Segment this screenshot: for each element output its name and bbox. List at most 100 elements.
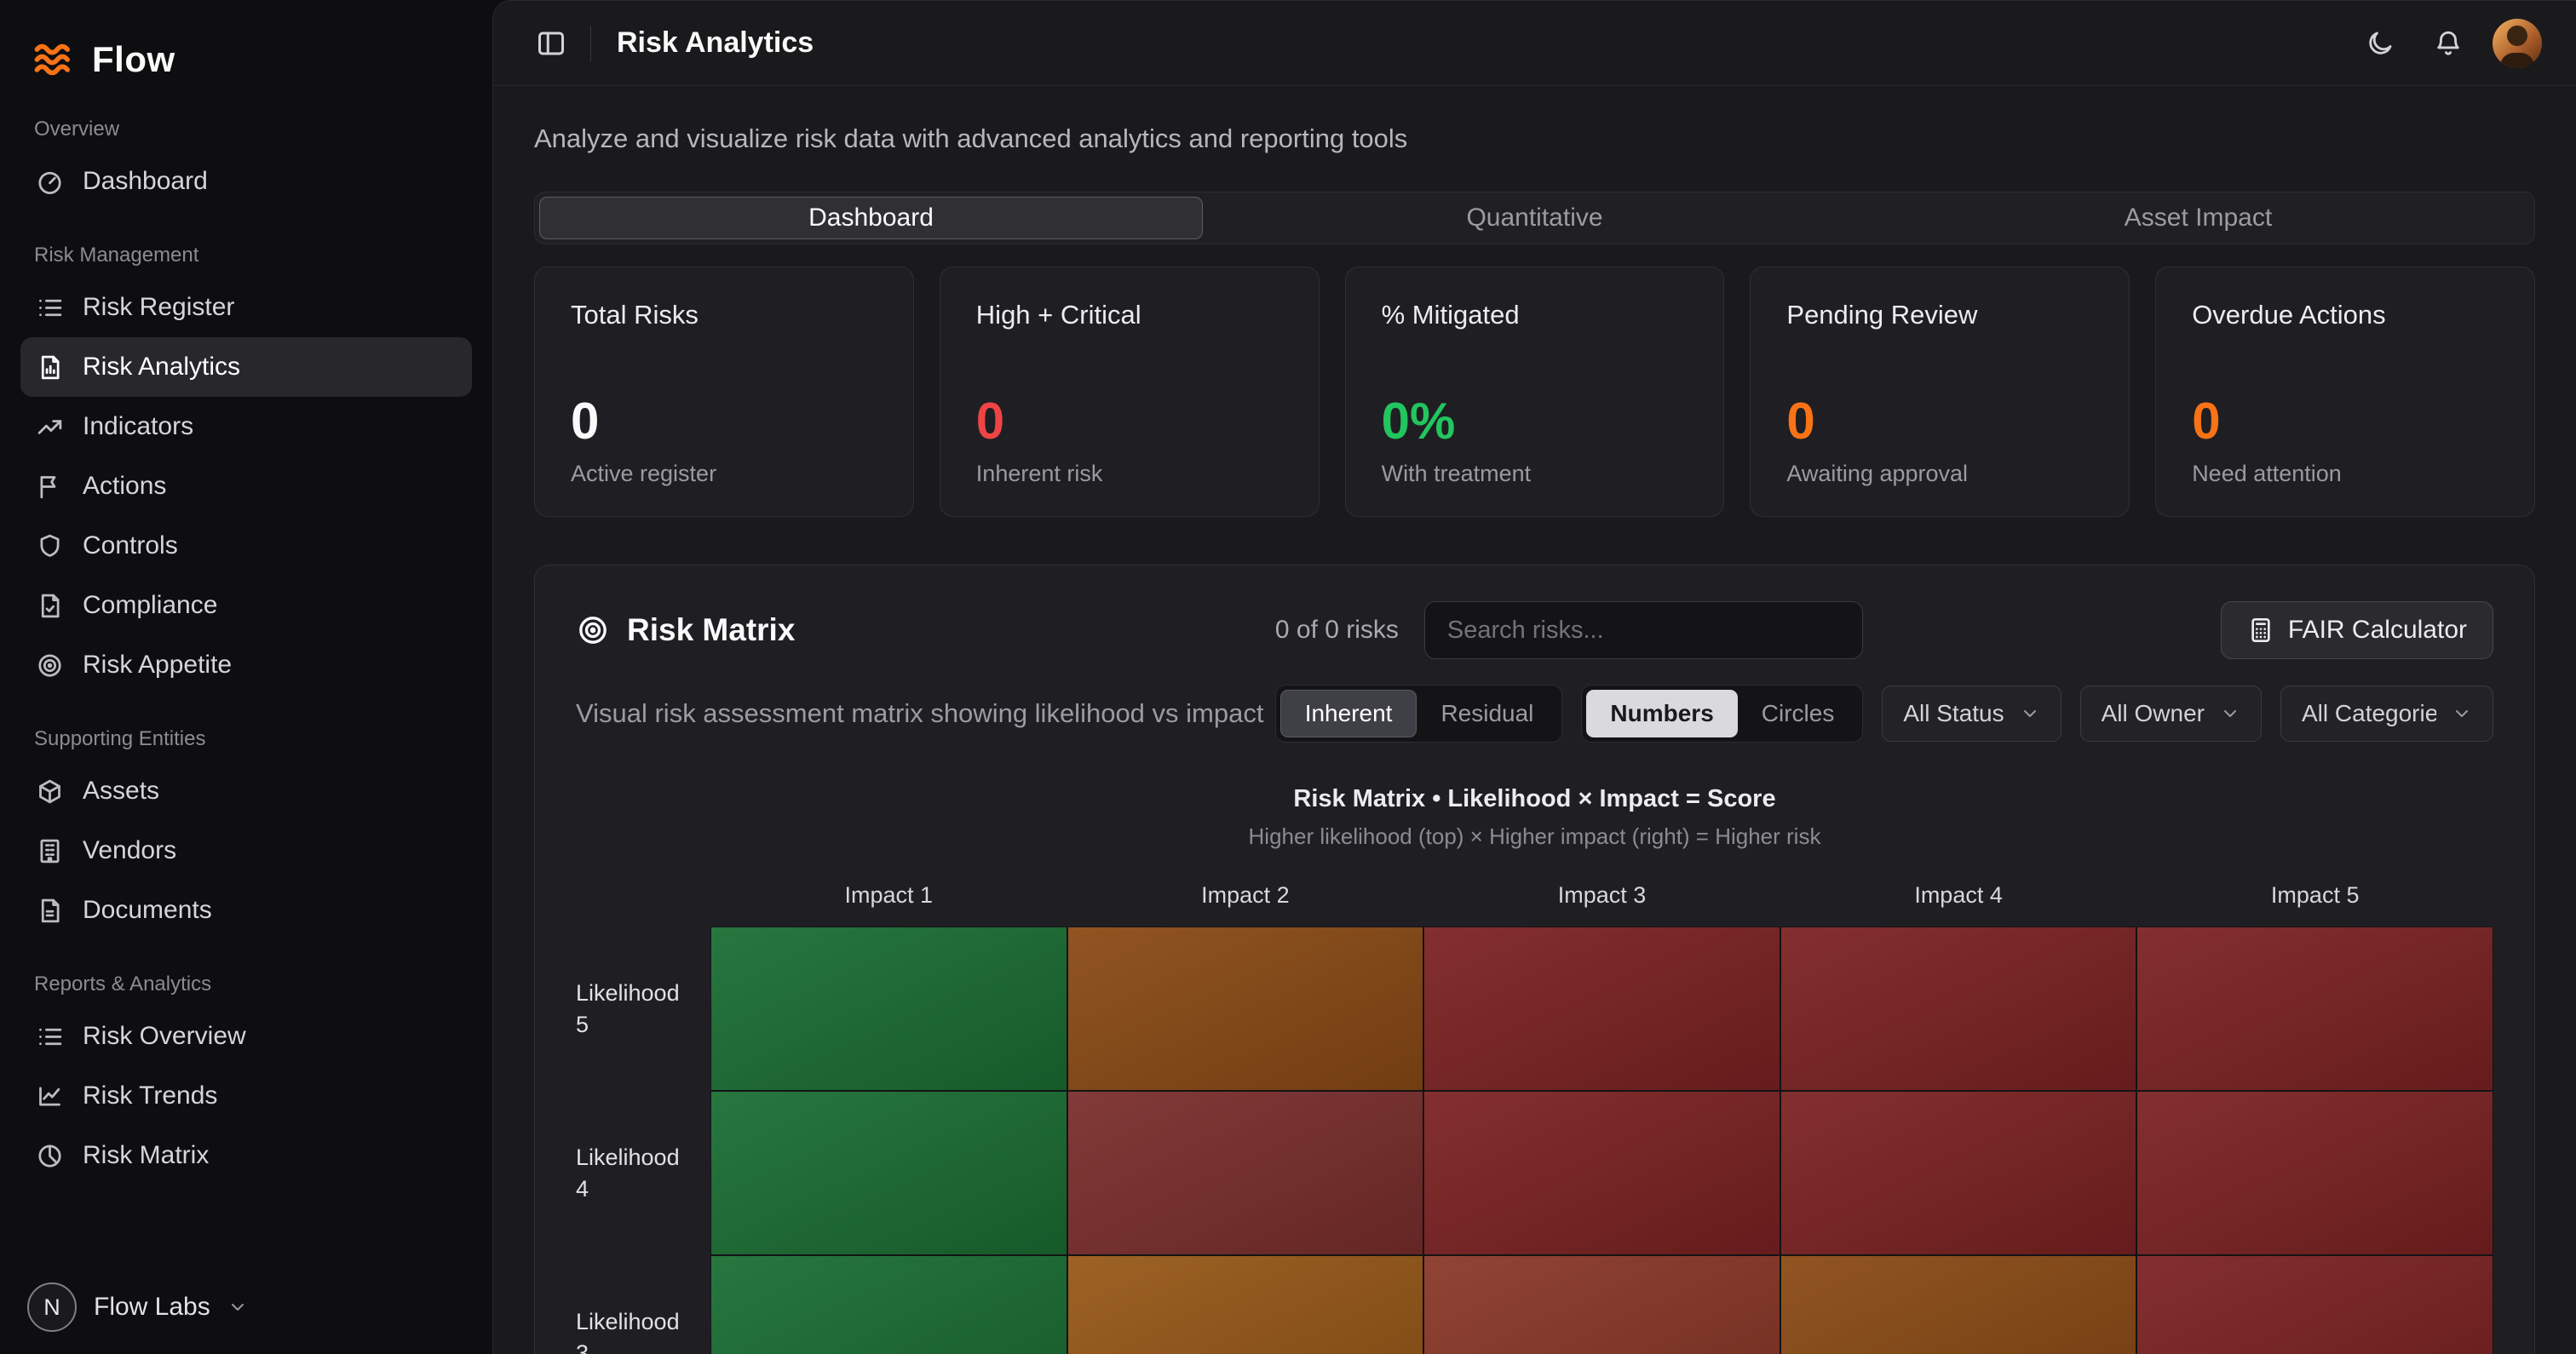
matrix-cell[interactable] xyxy=(710,927,1067,1091)
matrix-cell[interactable] xyxy=(1780,1255,2137,1354)
stat-card-overdue-actions: Overdue Actions 0 Need attention xyxy=(2155,267,2535,517)
matrix-cell[interactable] xyxy=(1067,1091,1424,1255)
list-icon xyxy=(36,294,64,322)
matrix-cell[interactable] xyxy=(2136,927,2493,1091)
list-icon xyxy=(36,1023,64,1051)
risks-count: 0 of 0 risks xyxy=(1275,616,1399,645)
notifications-button[interactable] xyxy=(2424,20,2472,67)
sidebar-nav: Overview Dashboard Risk Management Risk … xyxy=(20,104,472,1274)
sidebar-item-risk-appetite[interactable]: Risk Appetite xyxy=(20,635,472,695)
file-icon xyxy=(36,897,64,925)
app-logo: Flow xyxy=(20,29,472,104)
sidebar: Flow Overview Dashboard Risk Management … xyxy=(0,0,492,1354)
matrix-col-header: Impact 2 xyxy=(1067,882,1424,927)
matrix-cell[interactable] xyxy=(1423,1255,1780,1354)
sidebar-item-risk-overview[interactable]: Risk Overview xyxy=(20,1007,472,1066)
sidebar-item-documents[interactable]: Documents xyxy=(20,881,472,940)
toggle-circles[interactable]: Circles xyxy=(1738,690,1859,737)
page-title: Risk Analytics xyxy=(617,26,814,60)
tab-asset-impact[interactable]: Asset Impact xyxy=(1866,197,2530,239)
panel-left-icon xyxy=(536,28,566,59)
matrix-cell[interactable] xyxy=(2136,1091,2493,1255)
matrix-cell[interactable] xyxy=(1780,927,2137,1091)
stat-cards: Total Risks 0 Active register High + Cri… xyxy=(534,267,2535,517)
sidebar-item-controls[interactable]: Controls xyxy=(20,516,472,576)
box-icon xyxy=(36,777,64,806)
stat-value: 0 xyxy=(1786,396,2093,447)
toggle-inherent[interactable]: Inherent xyxy=(1280,690,1417,737)
file-chart-icon xyxy=(36,353,64,382)
theme-toggle-button[interactable] xyxy=(2356,20,2404,67)
topbar: Risk Analytics xyxy=(493,1,2576,86)
sidebar-item-risk-analytics[interactable]: Risk Analytics xyxy=(20,337,472,397)
sidebar-item-risk-register[interactable]: Risk Register xyxy=(20,278,472,337)
org-switcher[interactable]: N Flow Labs xyxy=(20,1274,472,1332)
chevron-down-icon xyxy=(2220,703,2240,724)
matrix-cell[interactable] xyxy=(1780,1091,2137,1255)
category-filter-dropdown[interactable]: All Categories xyxy=(2280,686,2493,742)
matrix-col-header: Impact 3 xyxy=(1423,882,1780,927)
shield-icon xyxy=(36,532,64,560)
trend-chart-icon xyxy=(36,1082,64,1110)
numbers-circles-toggle: Numbers Circles xyxy=(1581,685,1863,743)
inherent-residual-toggle: Inherent Residual xyxy=(1275,685,1563,743)
owner-filter-dropdown[interactable]: All Owner xyxy=(2080,686,2262,742)
toggle-numbers[interactable]: Numbers xyxy=(1586,690,1737,737)
stat-value: 0 xyxy=(976,396,1283,447)
tab-dashboard[interactable]: Dashboard xyxy=(539,197,1203,239)
sidebar-item-actions[interactable]: Actions xyxy=(20,456,472,516)
chevron-down-icon xyxy=(2020,703,2040,724)
status-filter-dropdown[interactable]: All Status xyxy=(1882,686,2061,742)
matrix-cell[interactable] xyxy=(1423,927,1780,1091)
fair-calculator-button[interactable]: FAIR Calculator xyxy=(2221,601,2493,659)
stat-card-pending-review: Pending Review 0 Awaiting approval xyxy=(1750,267,2130,517)
app-name: Flow xyxy=(92,39,175,80)
sidebar-toggle-button[interactable] xyxy=(527,20,575,67)
risk-matrix-panel: Risk Matrix 0 of 0 risks FAIR Calculator… xyxy=(534,565,2535,1354)
matrix-cell[interactable] xyxy=(710,1255,1067,1354)
matrix-cell[interactable] xyxy=(2136,1255,2493,1354)
risk-matrix-grid: Impact 1 Impact 2 Impact 3 Impact 4 Impa… xyxy=(576,882,2493,1354)
moon-icon xyxy=(2366,29,2395,58)
search-input[interactable] xyxy=(1424,601,1863,659)
target-icon xyxy=(36,651,64,680)
matrix-cell[interactable] xyxy=(1067,1255,1424,1354)
page-subtitle: Analyze and visualize risk data with adv… xyxy=(534,123,2535,154)
matrix-cell[interactable] xyxy=(1423,1091,1780,1255)
sidebar-item-vendors[interactable]: Vendors xyxy=(20,821,472,881)
gauge-icon xyxy=(36,168,64,196)
trending-up-icon xyxy=(36,413,64,441)
tab-quantitative[interactable]: Quantitative xyxy=(1203,197,1866,239)
chevron-down-icon xyxy=(2452,703,2472,724)
topbar-divider xyxy=(590,26,591,61)
sidebar-item-dashboard[interactable]: Dashboard xyxy=(20,152,472,211)
section-label-reports-analytics: Reports & Analytics xyxy=(20,964,472,1007)
file-check-icon xyxy=(36,592,64,620)
sidebar-item-risk-trends[interactable]: Risk Trends xyxy=(20,1066,472,1126)
matrix-row-label: Likelihood 5 xyxy=(576,927,710,1091)
matrix-cell[interactable] xyxy=(1067,927,1424,1091)
page-content: Analyze and visualize risk data with adv… xyxy=(493,86,2576,1354)
matrix-col-header: Impact 1 xyxy=(710,882,1067,927)
chevron-down-icon xyxy=(227,1297,248,1317)
stat-value: 0% xyxy=(1382,396,1688,447)
section-label-supporting-entities: Supporting Entities xyxy=(20,719,472,761)
user-avatar[interactable] xyxy=(2493,19,2542,68)
stat-value: 0 xyxy=(571,396,877,447)
matrix-caption: Risk Matrix • Likelihood × Impact = Scor… xyxy=(576,785,2493,850)
org-name: Flow Labs xyxy=(94,1293,210,1322)
calculator-icon xyxy=(2247,617,2274,644)
target-icon xyxy=(576,613,610,647)
flow-waves-icon xyxy=(32,37,77,82)
matrix-col-header: Impact 4 xyxy=(1780,882,2137,927)
sidebar-item-compliance[interactable]: Compliance xyxy=(20,576,472,635)
sidebar-item-risk-matrix[interactable]: Risk Matrix xyxy=(20,1126,472,1185)
stat-card-total-risks: Total Risks 0 Active register xyxy=(534,267,914,517)
toggle-residual[interactable]: Residual xyxy=(1417,690,1557,737)
sidebar-item-indicators[interactable]: Indicators xyxy=(20,397,472,456)
matrix-corner xyxy=(576,882,710,927)
flag-icon xyxy=(36,473,64,501)
stat-card-high-critical: High + Critical 0 Inherent risk xyxy=(940,267,1320,517)
matrix-cell[interactable] xyxy=(710,1091,1067,1255)
sidebar-item-assets[interactable]: Assets xyxy=(20,761,472,821)
